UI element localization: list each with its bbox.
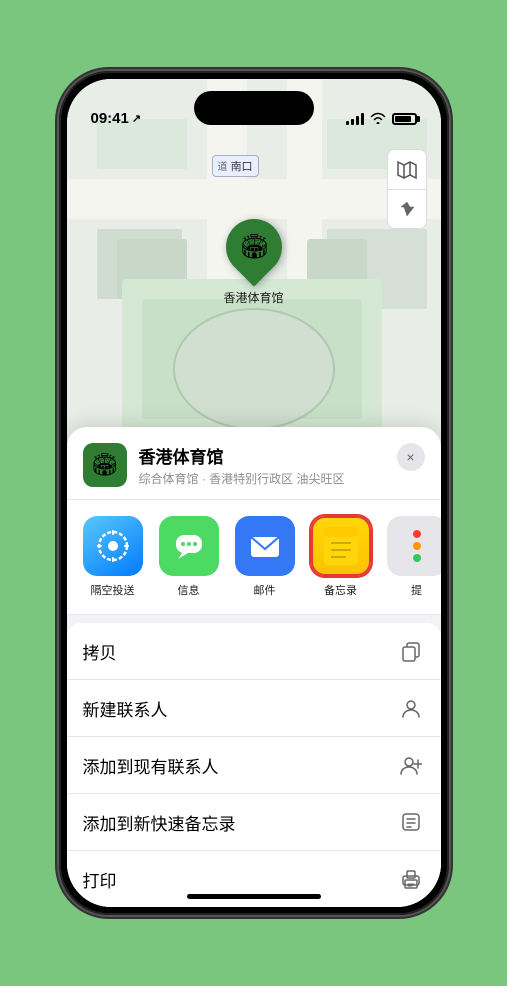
- airdrop-label: 隔空投送: [91, 582, 135, 598]
- messages-icon-wrap: [159, 516, 219, 576]
- wifi-icon: [370, 111, 386, 127]
- battery-icon: [392, 113, 417, 125]
- share-row: 隔空投送 信息: [67, 500, 441, 615]
- signal-bar-3: [356, 116, 359, 125]
- road-label-text: 南口: [231, 161, 253, 173]
- share-item-messages[interactable]: 信息: [155, 516, 223, 598]
- venue-icon: 🏟: [83, 443, 127, 487]
- airdrop-icon-wrap: [83, 516, 143, 576]
- note-icon: [397, 808, 425, 836]
- phone-screen: 09:41 ↗: [67, 79, 441, 907]
- action-add-existing[interactable]: 添加到现有联系人: [67, 737, 441, 794]
- map-view-btn[interactable]: [387, 149, 427, 189]
- action-quick-note-text: 添加到新快速备忘录: [83, 810, 236, 835]
- map-controls: [387, 149, 427, 229]
- close-button[interactable]: ×: [397, 443, 425, 471]
- action-quick-note[interactable]: 添加到新快速备忘录: [67, 794, 441, 851]
- share-item-airdrop[interactable]: 隔空投送: [79, 516, 147, 598]
- signal-bars: [346, 113, 364, 125]
- action-list: 拷贝 新建联系人: [67, 623, 441, 907]
- more-icon-wrap: [387, 516, 441, 576]
- venue-header: 🏟 香港体育馆 综合体育馆 · 香港特别行政区 油尖旺区 ×: [67, 427, 441, 500]
- action-copy-text: 拷贝: [83, 639, 117, 664]
- share-item-more[interactable]: 提: [383, 516, 441, 598]
- dynamic-island: [194, 91, 314, 125]
- notes-label: 备忘录: [324, 582, 357, 598]
- person-icon: [397, 694, 425, 722]
- marker-pin: 🏟: [214, 207, 293, 286]
- signal-bar-1: [346, 121, 349, 125]
- road-label: 道 南口: [212, 155, 259, 177]
- phone-frame: 09:41 ↗: [59, 71, 449, 915]
- messages-label: 信息: [178, 582, 200, 598]
- marker-label: 香港体育馆: [223, 289, 283, 306]
- copy-icon: [397, 637, 425, 665]
- status-icons: [346, 111, 417, 127]
- action-copy[interactable]: 拷贝: [67, 623, 441, 680]
- location-btn[interactable]: [387, 189, 427, 229]
- venue-subtitle: 综合体育馆 · 香港特别行政区 油尖旺区: [139, 470, 425, 487]
- share-item-mail[interactable]: 邮件: [231, 516, 299, 598]
- bottom-sheet: 🏟 香港体育馆 综合体育馆 · 香港特别行政区 油尖旺区 ×: [67, 427, 441, 907]
- marker-icon: 🏟: [238, 233, 268, 262]
- home-indicator: [187, 894, 321, 899]
- more-dot-orange: [413, 542, 421, 550]
- more-label: 提: [411, 582, 422, 598]
- signal-bar-4: [361, 113, 364, 125]
- more-dot-red: [413, 530, 421, 538]
- signal-bar-2: [351, 119, 354, 125]
- action-add-existing-text: 添加到现有联系人: [83, 753, 219, 778]
- action-print-text: 打印: [83, 867, 117, 892]
- action-new-contact-text: 新建联系人: [83, 696, 168, 721]
- mail-icon-wrap: [235, 516, 295, 576]
- venue-info: 香港体育馆 综合体育馆 · 香港特别行政区 油尖旺区: [139, 443, 425, 487]
- location-marker: 🏟 香港体育馆: [223, 219, 283, 306]
- share-item-notes[interactable]: 备忘录: [307, 516, 375, 598]
- more-dot-green: [413, 554, 421, 562]
- person-add-icon: [397, 751, 425, 779]
- status-time: 09:41 ↗: [91, 110, 142, 127]
- printer-icon: [397, 865, 425, 893]
- battery-fill: [395, 116, 411, 122]
- action-new-contact[interactable]: 新建联系人: [67, 680, 441, 737]
- time-display: 09:41: [91, 110, 129, 127]
- mail-label: 邮件: [254, 582, 276, 598]
- venue-name: 香港体育馆: [139, 443, 425, 468]
- notes-icon-wrap: [311, 516, 371, 576]
- location-arrow-icon: ↗: [132, 112, 141, 125]
